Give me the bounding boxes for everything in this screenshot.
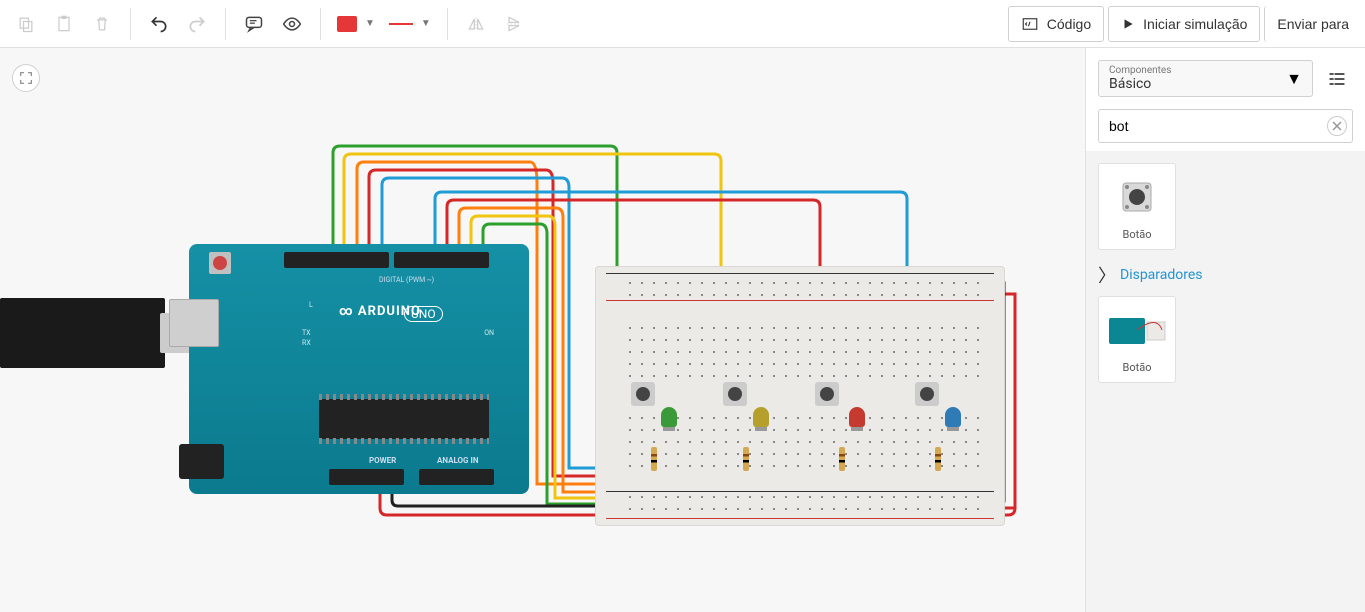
main-area: ∞ ARDUINO UNO DIGITAL (PWM ~) POWER ANAL…	[0, 48, 1365, 612]
code-button[interactable]: Código	[1008, 6, 1104, 42]
wire-color-dropdown[interactable]: ▼	[331, 6, 381, 42]
breadboard-button-1[interactable]	[631, 382, 655, 406]
color-swatch-icon	[337, 16, 357, 32]
component-label: Botão	[1103, 228, 1171, 241]
flip-v-icon	[504, 14, 524, 34]
section-label: Disparadores	[1120, 267, 1203, 283]
trash-icon	[92, 14, 112, 34]
clear-search-button[interactable]	[1327, 116, 1347, 136]
arduino-reset-button[interactable]	[209, 252, 231, 274]
list-view-button[interactable]	[1321, 63, 1353, 95]
breadboard-resistor-1[interactable]	[651, 447, 657, 471]
power-header[interactable]	[329, 469, 404, 485]
copy-icon	[16, 14, 36, 34]
breadboard-led-yellow[interactable]	[753, 407, 769, 427]
on-led-label: ON	[484, 329, 494, 337]
paste-button[interactable]	[46, 6, 82, 42]
arduino-uno[interactable]: ∞ ARDUINO UNO DIGITAL (PWM ~) POWER ANAL…	[189, 244, 529, 494]
simulate-button-label: Iniciar simulação	[1143, 16, 1247, 32]
visibility-button[interactable]	[274, 6, 310, 42]
breadboard-led-blue[interactable]	[945, 407, 961, 427]
dropdown-value: Básico	[1109, 76, 1302, 92]
annotate-button[interactable]	[236, 6, 272, 42]
usb-connector[interactable]	[0, 298, 165, 368]
power-label: POWER	[369, 456, 396, 465]
digital-header-1[interactable]	[284, 252, 389, 268]
breadboard-led-red[interactable]	[849, 407, 865, 427]
copy-button[interactable]	[8, 6, 44, 42]
component-label: Botão	[1103, 361, 1171, 374]
breadboard-button-3[interactable]	[815, 382, 839, 406]
component-card-button-kit[interactable]: Botão	[1098, 296, 1176, 383]
arduino-kit-thumb-icon	[1107, 305, 1167, 355]
digital-label: DIGITAL (PWM ~)	[379, 276, 434, 284]
redo-icon	[187, 14, 207, 34]
send-to-label: Enviar para	[1277, 16, 1349, 32]
flip-horizontal-button[interactable]	[458, 6, 494, 42]
paste-icon	[54, 14, 74, 34]
components-list: Botão 〉 Disparadores Botão	[1086, 151, 1365, 612]
chevron-down-icon: ▼	[421, 18, 431, 29]
zoom-fit-button[interactable]	[12, 64, 40, 92]
redo-button[interactable]	[179, 6, 215, 42]
list-icon	[1327, 69, 1347, 89]
code-icon	[1021, 15, 1039, 33]
rx-led-label: RX	[302, 339, 311, 347]
undo-button[interactable]	[141, 6, 177, 42]
eye-icon	[282, 14, 302, 34]
breadboard-button-4[interactable]	[915, 382, 939, 406]
send-to-button[interactable]: Enviar para	[1264, 6, 1357, 42]
atmega-chip	[319, 399, 489, 439]
section-disparadores[interactable]: 〉 Disparadores	[1098, 262, 1353, 288]
toolbar: ▼ ▼ Código Iniciar simulação	[0, 0, 1365, 48]
play-icon	[1121, 17, 1135, 31]
component-card-button[interactable]: Botão	[1098, 163, 1176, 250]
code-button-label: Código	[1047, 16, 1091, 32]
arduino-power-jack	[179, 444, 224, 479]
wire-style-dropdown[interactable]: ▼	[383, 6, 437, 42]
analog-label: ANALOG IN	[437, 456, 478, 465]
breadboard[interactable]	[595, 266, 1005, 526]
dropdown-label: Componentes	[1109, 65, 1302, 76]
components-panel: Componentes Básico ▼ B	[1085, 48, 1365, 612]
digital-header-2[interactable]	[394, 252, 489, 268]
components-category-dropdown[interactable]: Componentes Básico ▼	[1098, 60, 1313, 97]
flip-h-icon	[466, 14, 486, 34]
fit-icon	[18, 70, 34, 86]
delete-button[interactable]	[84, 6, 120, 42]
chevron-right-icon: 〉	[1098, 262, 1116, 288]
close-icon	[1332, 121, 1342, 131]
analog-header[interactable]	[419, 469, 494, 485]
breadboard-button-2[interactable]	[723, 382, 747, 406]
breadboard-resistor-3[interactable]	[839, 447, 845, 471]
arduino-model-label: UNO	[404, 306, 443, 322]
breadboard-led-green[interactable]	[661, 407, 677, 427]
undo-icon	[149, 14, 169, 34]
app-root: ▼ ▼ Código Iniciar simulação	[0, 0, 1365, 612]
flip-vertical-button[interactable]	[496, 6, 532, 42]
arduino-usb-port	[169, 299, 219, 347]
button-thumb-icon	[1107, 172, 1167, 222]
chevron-down-icon: ▼	[365, 18, 375, 29]
l-led-label: L	[309, 301, 313, 309]
breadboard-resistor-2[interactable]	[743, 447, 749, 471]
simulate-button[interactable]: Iniciar simulação	[1108, 6, 1260, 42]
line-style-icon	[389, 23, 413, 25]
comment-icon	[244, 14, 264, 34]
chevron-down-icon: ▼	[1286, 69, 1302, 89]
breadboard-resistor-4[interactable]	[935, 447, 941, 471]
tx-led-label: TX	[302, 329, 311, 337]
canvas[interactable]: ∞ ARDUINO UNO DIGITAL (PWM ~) POWER ANAL…	[0, 48, 1085, 612]
search-input[interactable]	[1098, 109, 1353, 143]
